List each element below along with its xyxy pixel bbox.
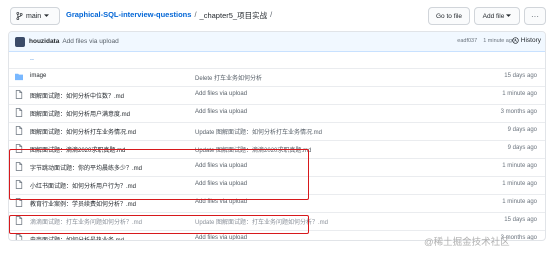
table-row[interactable]: 图解面试题：如何分析中位数？.md Add files via upload 1 m… (9, 86, 545, 102)
add-file-label: Add file (482, 12, 505, 20)
commit-meta: eadf037 1 minute ago (457, 38, 515, 44)
commit-age: 1 minute ago (502, 91, 537, 97)
commit-age: 9 days ago (507, 145, 537, 151)
highlight-box-group (9, 149, 309, 200)
commit-age: 1 minute ago (502, 163, 537, 169)
commit-message-link[interactable]: Add files via upload (195, 91, 247, 97)
chevron-down-icon (44, 14, 50, 17)
file-icon (15, 234, 23, 240)
commit-message-link[interactable]: Add files via upload (195, 235, 247, 240)
file-icon (15, 126, 23, 135)
file-name-link[interactable]: 图解面试题：如何分析用户满意度.md (30, 109, 130, 118)
commit-message-link[interactable]: Add files via upload (195, 109, 247, 115)
breadcrumb-separator: / (270, 10, 273, 19)
file-name-link[interactable]: image (30, 73, 46, 79)
commit-age: 9 days ago (507, 127, 537, 133)
parent-directory-link[interactable]: .. (9, 52, 545, 67)
chevron-down-icon (506, 14, 512, 17)
commit-age: 1 minute ago (502, 199, 537, 205)
table-row[interactable]: 图解面试题：如何分析用户满意度.md Add files via upload 3 … (9, 104, 545, 120)
breadcrumb-current-folder: _chapter5_项目实战 (199, 11, 268, 20)
commit-message-link[interactable]: Update 图解面试题：如何分析打车业务情况.md (195, 127, 322, 136)
go-to-file-button[interactable]: Go to file (428, 7, 470, 25)
highlight-box-single (9, 215, 309, 234)
table-row[interactable]: image Delete 打车业务如何分析 15 days ago (9, 68, 545, 84)
file-name-link[interactable]: 电商面试题：如何分析最热业务.md (30, 235, 124, 240)
watermark: @稀土掘金技术社区 (424, 237, 510, 248)
commit-sha[interactable]: eadf037 (457, 38, 477, 44)
breadcrumb-separator: / (194, 10, 197, 19)
file-list-box: houzidata Add files via upload eadf037 1… (8, 31, 546, 241)
file-icon (15, 108, 23, 117)
file-name-link[interactable]: 图解面试题：如何分析打车业务情况.md (30, 127, 136, 136)
file-icon (15, 90, 23, 99)
history-label: History (520, 37, 541, 44)
commit-message-link[interactable]: Delete 打车业务如何分析 (195, 73, 262, 82)
history-link[interactable]: History (512, 37, 541, 44)
file-navigation: main Graphical-SQL-interview-questions /… (0, 0, 554, 30)
folder-icon (15, 73, 23, 81)
commit-age: 3 months ago (500, 109, 537, 115)
commit-message[interactable]: Add files via upload (62, 38, 118, 45)
branch-name: main (26, 12, 42, 20)
latest-commit-bar: houzidata Add files via upload eadf037 1… (9, 32, 545, 52)
table-row[interactable]: 图解面试题：如何分析打车业务情况.md Update 图解面试题：如何分析打车业务… (9, 122, 545, 138)
commit-author[interactable]: houzidata (29, 38, 59, 45)
file-name-link[interactable]: 教育行业案例：学员续费如何分析？.md (30, 199, 136, 208)
commit-age: 15 days ago (504, 217, 537, 223)
commit-age: 15 days ago (504, 73, 537, 79)
file-name-link[interactable]: 图解面试题：如何分析中位数？.md (30, 91, 124, 100)
add-file-button[interactable]: Add file (474, 7, 520, 25)
commit-age: 1 minute ago (502, 181, 537, 187)
branch-icon (16, 12, 23, 20)
branch-selector[interactable]: main (10, 7, 60, 25)
clock-icon (512, 37, 519, 44)
avatar[interactable] (15, 36, 25, 47)
more-options-button[interactable]: ··· (524, 7, 546, 25)
commit-time: 1 minute ago (483, 38, 515, 44)
breadcrumb: Graphical-SQL-interview-questions / _cha… (66, 10, 272, 21)
breadcrumb-repo-link[interactable]: Graphical-SQL-interview-questions (66, 10, 191, 21)
